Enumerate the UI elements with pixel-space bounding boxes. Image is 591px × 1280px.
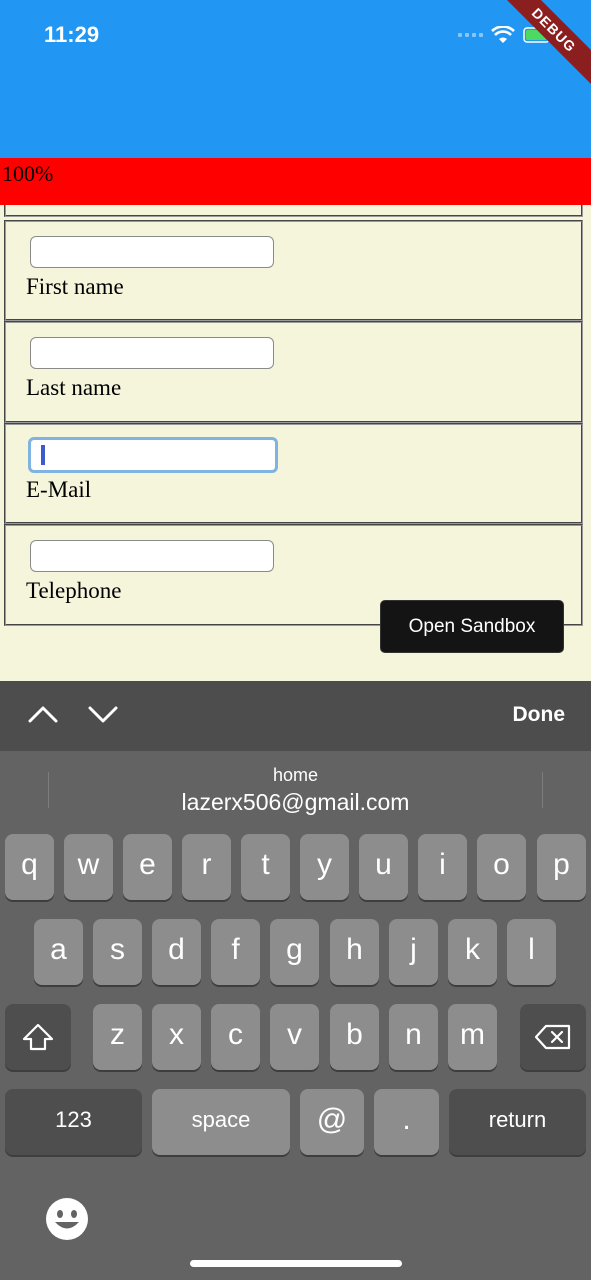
cellular-signal-icon: [458, 33, 483, 37]
status-time: 11:29: [44, 22, 100, 47]
wifi-icon: [491, 26, 515, 43]
form-fieldset-partial: [4, 205, 583, 217]
key-j[interactable]: j: [389, 919, 438, 985]
key-z[interactable]: z: [93, 1004, 142, 1070]
first-name-label: First name: [26, 274, 124, 299]
done-button[interactable]: Done: [513, 703, 566, 727]
open-sandbox-button[interactable]: Open Sandbox: [380, 600, 564, 653]
progress-label: 100%: [2, 161, 54, 186]
chevron-down-icon[interactable]: [88, 699, 118, 729]
key-t[interactable]: t: [241, 834, 290, 900]
home-indicator[interactable]: [190, 1260, 402, 1267]
fieldset-first-name: First name: [4, 220, 583, 321]
key-u[interactable]: u: [359, 834, 408, 900]
backspace-key[interactable]: [520, 1004, 586, 1070]
key-l[interactable]: l: [507, 919, 556, 985]
key-c[interactable]: c: [211, 1004, 260, 1070]
key-f[interactable]: f: [211, 919, 260, 985]
numbers-key[interactable]: 123: [5, 1089, 142, 1155]
telephone-input[interactable]: [30, 540, 274, 572]
dot-key[interactable]: .: [374, 1089, 439, 1155]
suggestion-email[interactable]: lazerx506@gmail.com: [0, 789, 591, 816]
key-r[interactable]: r: [182, 834, 231, 900]
emoji-icon[interactable]: [45, 1197, 89, 1241]
key-m[interactable]: m: [448, 1004, 497, 1070]
shift-icon: [22, 1023, 54, 1051]
telephone-label: Telephone: [26, 578, 122, 603]
app-bar: 11:29 DEBUG: [0, 0, 591, 158]
key-q[interactable]: q: [5, 834, 54, 900]
key-i[interactable]: i: [418, 834, 467, 900]
key-s[interactable]: s: [93, 919, 142, 985]
text-caret: [41, 445, 45, 465]
chevron-up-icon[interactable]: [28, 699, 58, 729]
keyboard: home lazerx506@gmail.com q w e r t y u i…: [0, 751, 591, 1280]
email-input[interactable]: [28, 437, 278, 473]
key-p[interactable]: p: [537, 834, 586, 900]
autofill-suggestion-bar[interactable]: home lazerx506@gmail.com: [0, 751, 591, 825]
debug-banner: DEBUG: [492, 0, 591, 92]
last-name-label: Last name: [26, 375, 122, 400]
space-key[interactable]: space: [152, 1089, 290, 1155]
key-d[interactable]: d: [152, 919, 201, 985]
first-name-input[interactable]: [30, 236, 274, 268]
key-e[interactable]: e: [123, 834, 172, 900]
key-v[interactable]: v: [270, 1004, 319, 1070]
fieldset-last-name: Last name: [4, 321, 583, 423]
suggestion-label: home: [272, 765, 319, 785]
key-a[interactable]: a: [34, 919, 83, 985]
fieldset-email: E-Mail: [4, 423, 583, 524]
key-w[interactable]: w: [64, 834, 113, 900]
last-name-input[interactable]: [30, 337, 274, 369]
key-g[interactable]: g: [270, 919, 319, 985]
key-x[interactable]: x: [152, 1004, 201, 1070]
key-h[interactable]: h: [330, 919, 379, 985]
shift-key[interactable]: [5, 1004, 71, 1070]
key-y[interactable]: y: [300, 834, 349, 900]
return-key[interactable]: return: [449, 1089, 586, 1155]
key-o[interactable]: o: [477, 834, 526, 900]
backspace-icon: [534, 1024, 571, 1050]
progress-bar: 100%: [0, 158, 591, 205]
at-key[interactable]: @: [300, 1089, 364, 1155]
key-k[interactable]: k: [448, 919, 497, 985]
key-b[interactable]: b: [330, 1004, 379, 1070]
email-label: E-Mail: [26, 477, 92, 502]
keyboard-accessory-bar: Done: [0, 681, 591, 751]
key-n[interactable]: n: [389, 1004, 438, 1070]
